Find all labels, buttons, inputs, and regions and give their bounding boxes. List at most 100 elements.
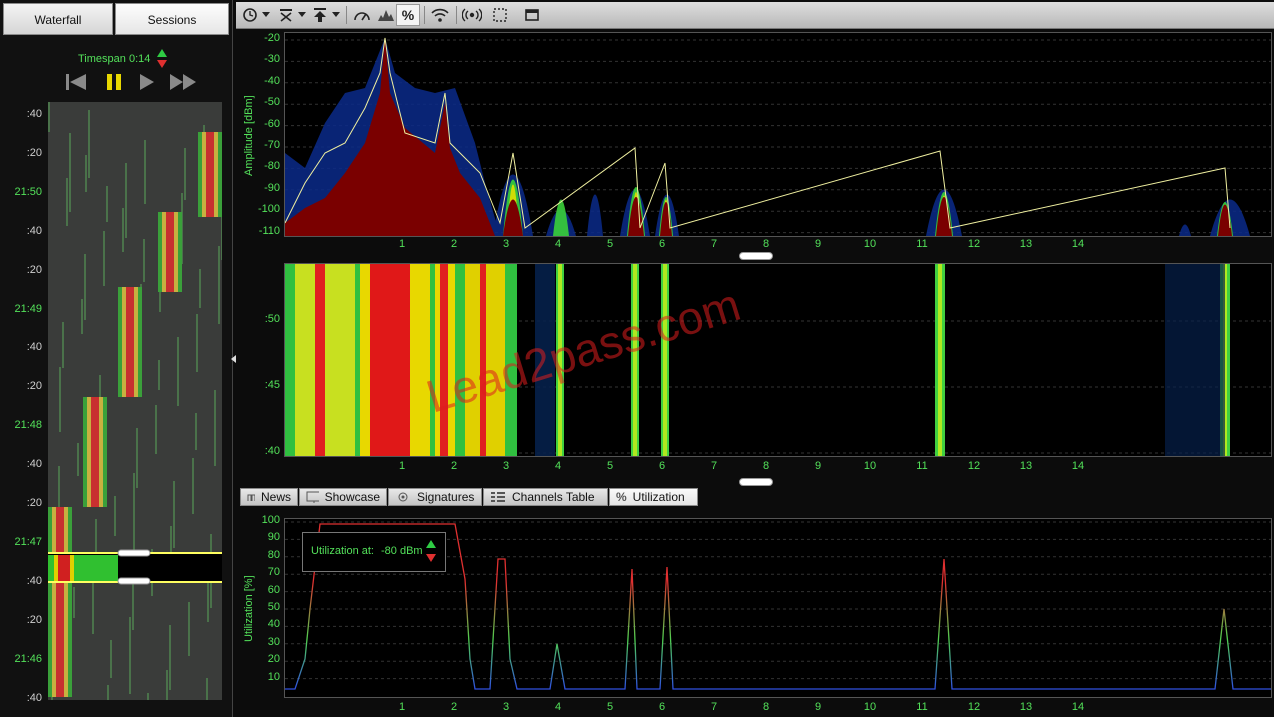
channel-tick: 4 bbox=[554, 460, 562, 472]
time-label: :40 bbox=[26, 224, 42, 237]
channel-tick: 3 bbox=[502, 460, 510, 472]
channel-tick: 8 bbox=[762, 460, 770, 472]
spectrum-icon[interactable] bbox=[374, 4, 398, 26]
channel-tick: 12 bbox=[967, 701, 981, 713]
dropdown-arrow-icon[interactable] bbox=[330, 4, 342, 26]
channel-tick: 14 bbox=[1071, 701, 1085, 713]
threshold-up-icon[interactable] bbox=[426, 540, 436, 548]
wifi-icon[interactable] bbox=[428, 4, 452, 26]
time-label: :20 bbox=[26, 263, 42, 276]
skip-back-icon[interactable] bbox=[64, 72, 88, 97]
time-label: :20 bbox=[26, 380, 42, 393]
y-tick: -60 bbox=[264, 117, 280, 130]
toolbar: % bbox=[236, 2, 1274, 29]
y-tick: 90 bbox=[267, 531, 280, 544]
utilization-box-value: -80 dBm bbox=[381, 545, 423, 557]
y-tick: 100 bbox=[261, 514, 280, 526]
tab-utilization[interactable]: % Utilization bbox=[609, 488, 698, 506]
waterfall-plot[interactable] bbox=[284, 263, 1272, 457]
y-tick: :45 bbox=[264, 379, 280, 391]
tab-waterfall[interactable]: Waterfall bbox=[3, 3, 113, 35]
y-tick: -50 bbox=[264, 96, 280, 109]
dropdown-arrow-icon[interactable] bbox=[260, 4, 272, 26]
channel-tick: 13 bbox=[1019, 701, 1033, 713]
time-label: :20 bbox=[26, 146, 42, 159]
time-label: 21:49 bbox=[14, 302, 42, 315]
signatures-icon bbox=[398, 492, 408, 502]
tab-signatures-label: Signatures bbox=[417, 490, 475, 504]
channel-tick: 9 bbox=[814, 238, 822, 250]
channel-tick: 7 bbox=[710, 460, 718, 472]
timespan-label: Timespan 0:14 bbox=[78, 53, 151, 65]
time-label: :40 bbox=[26, 574, 42, 587]
channel-tick: 11 bbox=[916, 238, 928, 250]
pause-icon[interactable] bbox=[104, 72, 126, 97]
timespan-up-icon[interactable] bbox=[157, 49, 167, 57]
y-tick: 70 bbox=[267, 566, 280, 579]
utilization-box-label: Utilization at: bbox=[311, 545, 374, 557]
waterfall-history[interactable] bbox=[48, 102, 222, 700]
upload-icon[interactable] bbox=[308, 4, 332, 26]
utilization-threshold-box: Utilization at: -80 dBm bbox=[302, 532, 446, 572]
tab-news-label: News bbox=[260, 490, 291, 504]
filter-icon[interactable] bbox=[274, 4, 298, 26]
channel-tick: 6 bbox=[658, 238, 666, 250]
y-tick: -110 bbox=[258, 224, 280, 237]
channel-tick: 8 bbox=[762, 701, 770, 713]
time-label: :20 bbox=[26, 497, 42, 509]
channel-tick: 10 bbox=[863, 701, 877, 713]
channel-tick: 5 bbox=[606, 238, 614, 250]
channel-tick: 1 bbox=[398, 701, 406, 713]
time-label: :40 bbox=[26, 341, 42, 354]
channel-tick: 4 bbox=[554, 238, 562, 250]
time-label: 21:46 bbox=[14, 652, 42, 665]
time-label: 21:48 bbox=[14, 419, 42, 432]
tab-showcase[interactable]: Showcase bbox=[299, 488, 387, 506]
time-label: :40 bbox=[26, 691, 42, 704]
gauge-icon[interactable] bbox=[350, 4, 374, 26]
channel-tick: 3 bbox=[502, 701, 510, 713]
fast-forward-icon[interactable] bbox=[168, 72, 200, 97]
channel-tick: 7 bbox=[710, 701, 718, 713]
channel-tick: 9 bbox=[814, 460, 822, 472]
collapse-panel-icon[interactable] bbox=[231, 355, 236, 363]
y-tick: -70 bbox=[264, 139, 280, 151]
tab-utilization-label: Utilization bbox=[632, 490, 685, 504]
tab-channels-table[interactable]: Channels Table bbox=[483, 488, 608, 506]
channel-tick: 1 bbox=[398, 238, 406, 250]
broadcast-icon[interactable] bbox=[460, 4, 484, 26]
channel-tick: 5 bbox=[606, 701, 614, 713]
channel-tick: 13 bbox=[1019, 460, 1033, 472]
tab-sessions[interactable]: Sessions bbox=[115, 3, 229, 35]
channel-tick: 12 bbox=[967, 238, 981, 250]
channel-tick: 14 bbox=[1071, 238, 1085, 250]
channel-tick: 13 bbox=[1019, 238, 1033, 250]
window-icon[interactable] bbox=[520, 4, 544, 26]
y-tick: 20 bbox=[267, 653, 280, 666]
percent-icon[interactable]: % bbox=[396, 4, 420, 26]
y-tick: -90 bbox=[264, 181, 280, 194]
y-tick: :50 bbox=[264, 313, 280, 325]
clock-icon[interactable] bbox=[238, 4, 262, 26]
y-tick: 10 bbox=[267, 670, 280, 683]
threshold-down-icon[interactable] bbox=[426, 554, 436, 562]
y-tick: -20 bbox=[264, 32, 280, 44]
tab-signatures[interactable]: Signatures bbox=[388, 488, 482, 506]
spectrum-scroll-handle[interactable] bbox=[739, 252, 773, 260]
timespan-down-icon[interactable] bbox=[157, 60, 167, 68]
channel-tick: 5 bbox=[606, 460, 614, 472]
spectrum-plot[interactable] bbox=[284, 32, 1272, 237]
channel-tick: 12 bbox=[967, 460, 981, 472]
select-area-icon[interactable] bbox=[488, 4, 512, 26]
time-label: 21:50 bbox=[14, 185, 42, 198]
tab-showcase-label: Showcase bbox=[324, 490, 380, 504]
time-label: :20 bbox=[26, 613, 42, 626]
tab-channels-table-label: Channels Table bbox=[512, 490, 595, 504]
dropdown-arrow-icon[interactable] bbox=[296, 4, 308, 26]
channel-tick: 9 bbox=[814, 701, 822, 713]
tab-news[interactable]: News bbox=[240, 488, 298, 506]
channel-tick: 11 bbox=[916, 460, 928, 472]
play-icon[interactable] bbox=[137, 72, 157, 97]
waterfall2-scroll-handle[interactable] bbox=[739, 478, 773, 486]
y-tick: :40 bbox=[264, 445, 280, 457]
